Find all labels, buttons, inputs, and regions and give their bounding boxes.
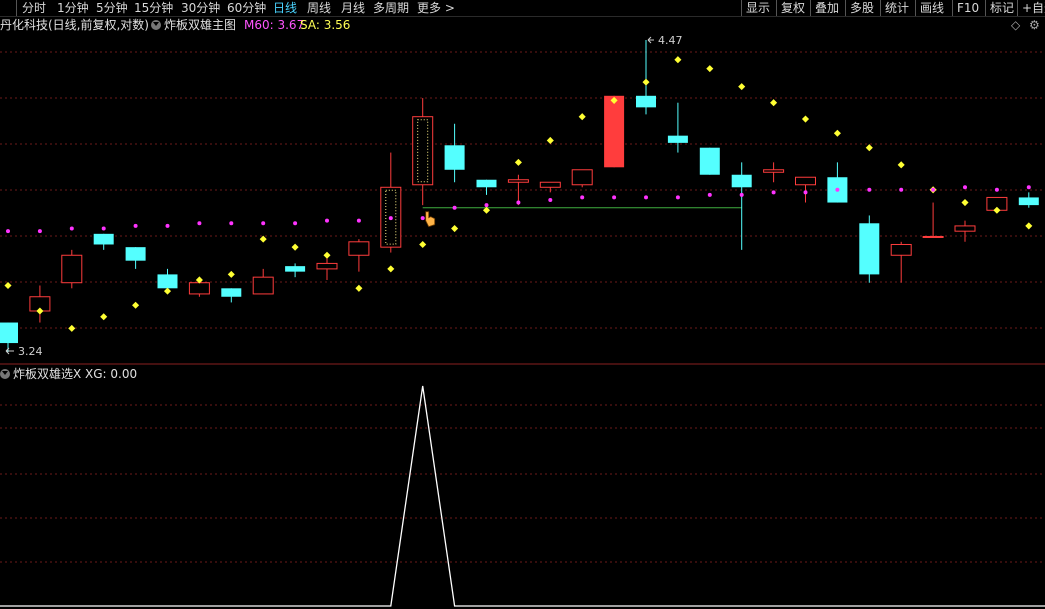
sa-dot [514, 158, 522, 166]
candle-body-down [859, 223, 880, 275]
m60-dot [931, 187, 936, 192]
m60-dot [165, 223, 170, 228]
sa-dot [865, 144, 873, 152]
m60-dot [771, 190, 776, 195]
xg-line [0, 385, 1045, 607]
candle-body-down [285, 266, 306, 272]
candle-body-down [93, 233, 114, 245]
candle-body-down [125, 247, 146, 261]
m60-dot [1026, 185, 1031, 190]
candle-body-down [221, 288, 242, 297]
sa-dot [419, 240, 427, 249]
m60-dot [133, 223, 138, 228]
m60-dot [675, 195, 680, 200]
high-price-label: 4.47 [658, 34, 683, 47]
m60-dot [101, 226, 106, 231]
candle-body-down [0, 322, 18, 344]
candle-body-down [1018, 197, 1039, 206]
m60-dot [835, 187, 840, 192]
candle-body-up [252, 276, 274, 295]
sa-dot [100, 313, 108, 321]
candle-body-up [571, 169, 593, 186]
candle-body-down [157, 274, 178, 289]
sa-dot [163, 287, 172, 295]
m60-dot [612, 195, 617, 200]
m60-dot [37, 229, 42, 234]
sa-dot [642, 78, 650, 86]
m60-dot [548, 197, 553, 202]
m60-dot [388, 216, 393, 221]
sa-dot [578, 113, 586, 121]
m60-dot [197, 221, 202, 226]
sa-dot [546, 136, 554, 144]
candle-body-up [763, 169, 785, 173]
sa-dot [68, 324, 76, 332]
kline-chart[interactable]: 4.47 3.24 [0, 0, 1045, 609]
candle-body-down [476, 179, 497, 188]
hand-cursor-icon [425, 211, 436, 228]
candle-body-up [412, 116, 434, 186]
m60-dot [484, 203, 489, 208]
sa-dot [674, 56, 682, 64]
m60-dot [963, 185, 967, 190]
m60-dot [707, 192, 712, 197]
sa-dot [1025, 222, 1033, 230]
m60-dot [739, 192, 744, 197]
candle-body-up [922, 235, 944, 238]
low-price-label: 3.24 [18, 345, 43, 358]
sa-dot [323, 251, 331, 259]
low-arrow [5, 347, 14, 355]
m60-dot [6, 229, 10, 234]
sa-dot [259, 235, 267, 243]
sa-dot [801, 115, 810, 123]
candle-body-down [667, 135, 688, 143]
m60-dot [644, 195, 648, 200]
candle-body-up [316, 262, 338, 270]
candle-body-up [890, 243, 912, 256]
sa-dot [291, 243, 299, 251]
m60-dot [452, 205, 457, 210]
candle-body-down [444, 145, 465, 170]
sa-dot [706, 65, 714, 73]
m60-dot [325, 218, 329, 223]
m60-dot [293, 221, 298, 226]
m60-dot [580, 195, 585, 200]
candle-body-up [795, 176, 816, 186]
sa-dot [387, 265, 395, 273]
sa-dot [355, 284, 363, 292]
sa-dot [770, 99, 778, 107]
candle-body-up [954, 225, 976, 232]
candle-body-up [539, 181, 561, 188]
m60-dot [356, 218, 361, 223]
sa-dot [897, 161, 905, 169]
candle-body-up [61, 254, 83, 284]
m60-dot [420, 216, 425, 221]
m60-dot [899, 187, 904, 192]
candle-body-up [507, 179, 529, 183]
sa-dot [227, 270, 235, 278]
candle-body-down [636, 95, 656, 108]
candle-body-down [699, 147, 720, 175]
candle-body-up [188, 282, 210, 295]
sa-dot [833, 129, 841, 137]
m60-dot [229, 221, 234, 226]
m60-dot [261, 221, 266, 226]
m60-dot [994, 187, 999, 192]
m60-dot [69, 226, 74, 231]
sa-dot [4, 281, 12, 290]
candle-body-limitup [604, 95, 625, 168]
sa-dot [961, 199, 969, 207]
sa-dot [132, 301, 140, 309]
sa-dot [738, 83, 746, 91]
sa-dot [451, 225, 459, 233]
candle-body-up [348, 241, 370, 256]
m60-dot [516, 200, 521, 205]
m60-dot [867, 187, 872, 192]
m60-dot [803, 190, 808, 195]
candle-body-down [731, 174, 752, 188]
high-arrow [647, 36, 654, 44]
